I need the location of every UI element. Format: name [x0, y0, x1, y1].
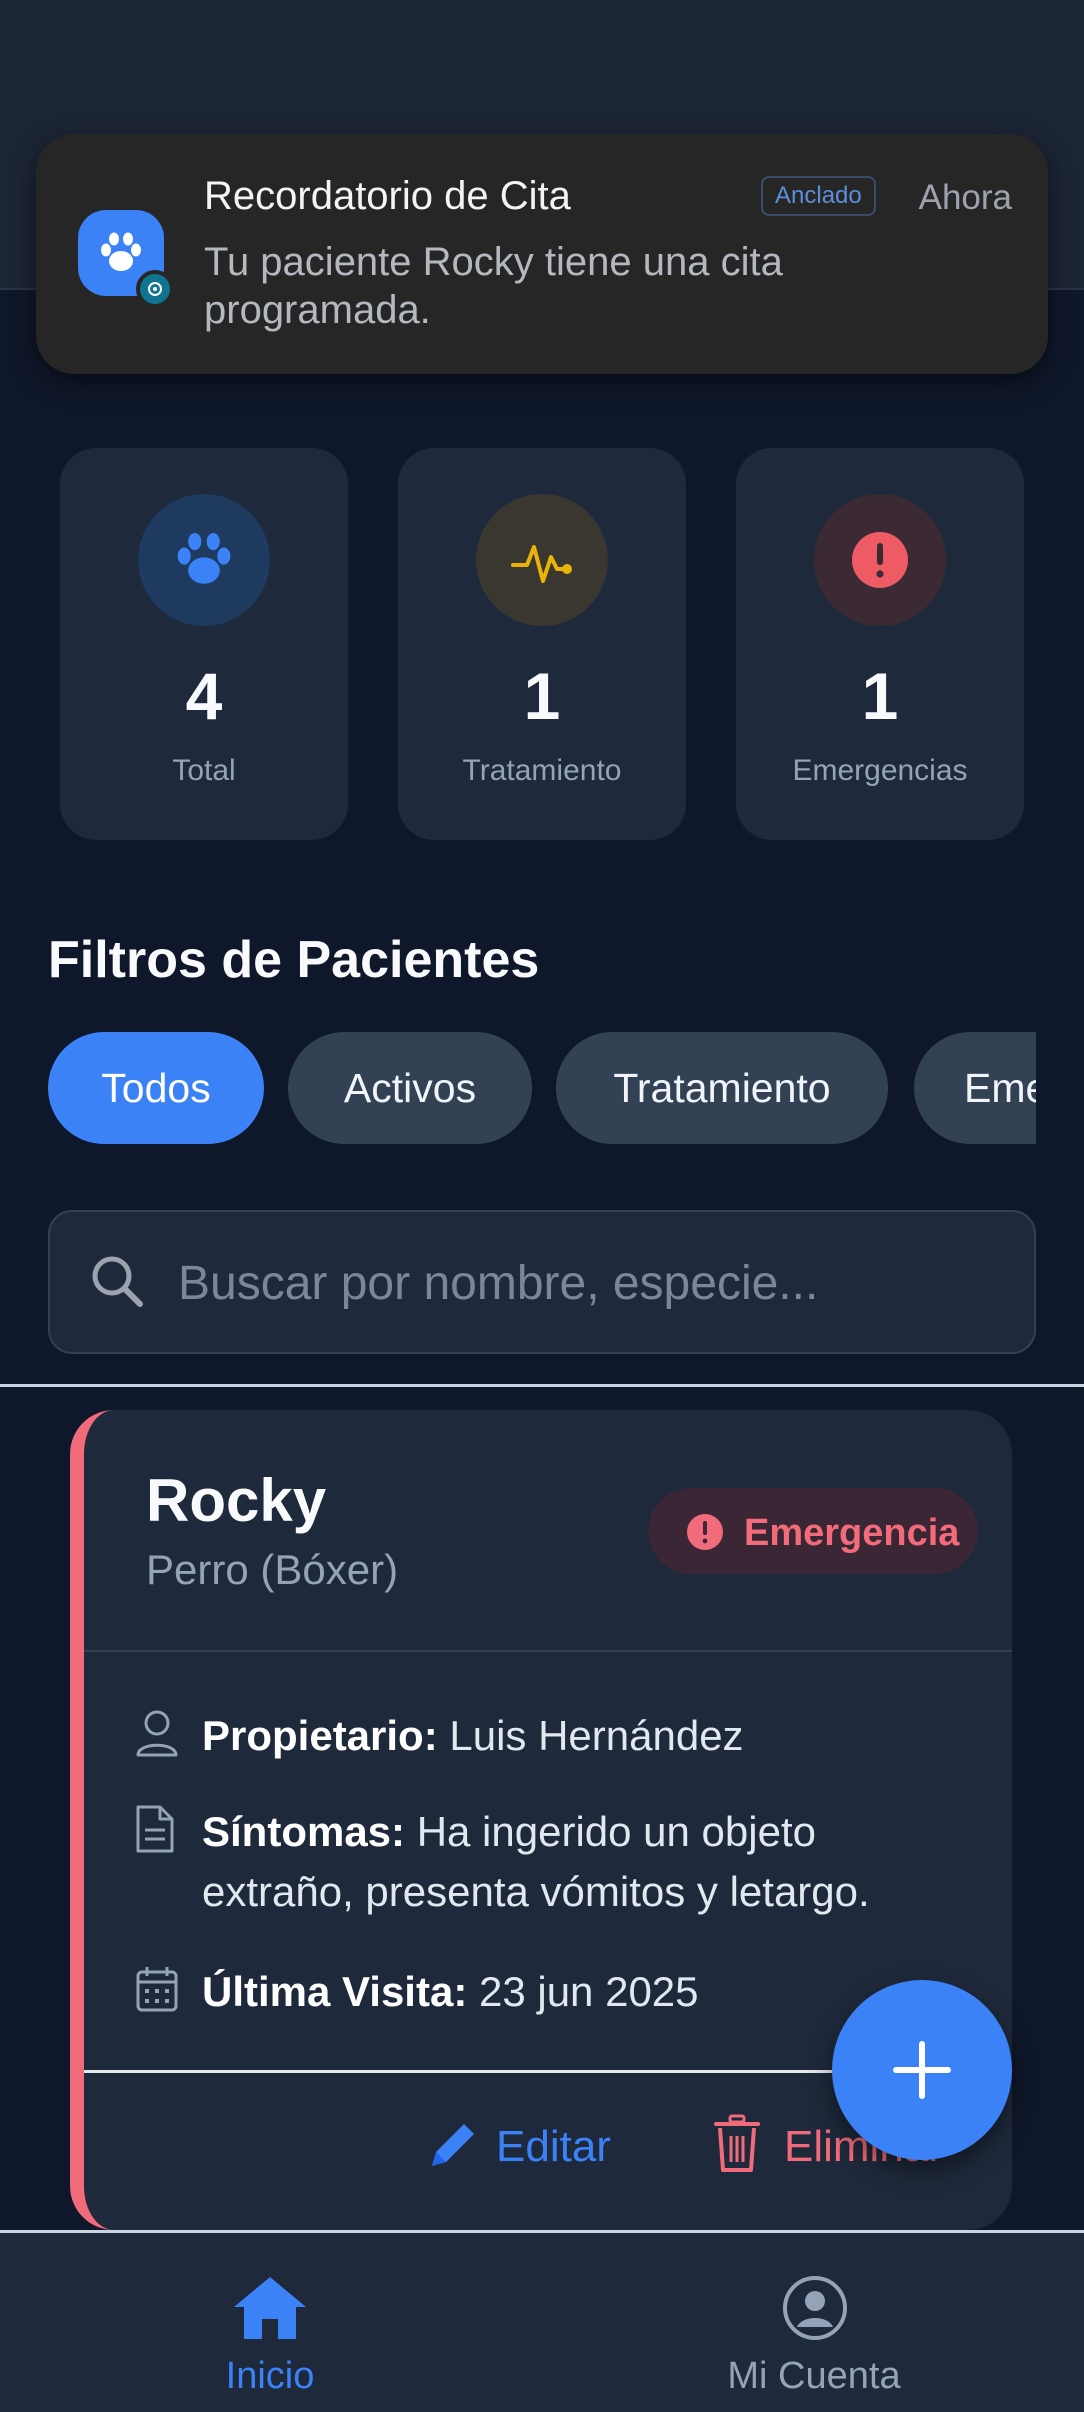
notification-banner[interactable]: Recordatorio de Cita Anclado Ahora Tu pa…: [36, 134, 1048, 374]
stat-card-total: 4 Total: [60, 448, 348, 840]
filters-title: Filtros de Pacientes: [48, 931, 540, 989]
stat-value: 4: [185, 659, 223, 733]
alert-icon: [852, 532, 908, 588]
alert-icon: [687, 1514, 723, 1550]
chip-emergencias[interactable]: Emergencias: [914, 1032, 1036, 1144]
nav-label-account: Mi Cuenta: [727, 2355, 901, 2397]
account-icon: [783, 2276, 847, 2340]
stat-label: Tratamiento: [462, 754, 622, 787]
chip-activos[interactable]: Activos: [288, 1032, 532, 1144]
stat-label: Emergencias: [792, 754, 968, 787]
stat-icon-circle: [138, 494, 270, 626]
status-badge-label: Emergencia: [744, 1512, 960, 1554]
trash-icon: [714, 2114, 760, 2172]
notification-title: Recordatorio de Cita: [204, 174, 571, 218]
search-placeholder: Buscar por nombre, especie...: [178, 1257, 819, 1310]
nav-item-account[interactable]: Mi Cuenta: [664, 2233, 964, 2412]
filter-chips: Todos Activos Tratamiento Emergencias: [48, 1032, 1036, 1144]
stat-icon-circle: [476, 494, 608, 626]
stat-value: 1: [523, 659, 561, 733]
document-icon: [136, 1805, 174, 1853]
search-icon: [92, 1256, 143, 1307]
chip-todos[interactable]: Todos: [48, 1032, 264, 1144]
symptoms-label: Síntomas:: [202, 1808, 406, 1855]
badge-icon: [136, 270, 174, 308]
paw-icon: [177, 532, 231, 584]
chip-tratamiento[interactable]: Tratamiento: [556, 1032, 888, 1144]
add-patient-button[interactable]: [832, 1980, 1012, 2160]
pencil-icon: [432, 2124, 474, 2166]
divider: [0, 1384, 1084, 1387]
divider: [84, 1650, 1012, 1652]
owner-value: Luis Hernández: [449, 1712, 744, 1759]
calendar-icon: [136, 1967, 178, 2012]
search-input[interactable]: Buscar por nombre, especie...: [48, 1210, 1036, 1354]
home-icon: [234, 2277, 306, 2339]
owner-label: Propietario:: [202, 1712, 438, 1759]
notification-body: Tu paciente Rocky tiene una cita program…: [204, 240, 783, 332]
stat-label: Total: [172, 754, 236, 787]
nav-label-home: Inicio: [225, 2355, 315, 2397]
stat-icon-circle: [814, 494, 946, 626]
plus-icon: [893, 2041, 951, 2099]
status-badge: Emergencia: [648, 1488, 978, 1574]
patient-name: Rocky: [146, 1467, 327, 1534]
nav-item-home[interactable]: Inicio: [120, 2233, 420, 2412]
stat-card-emergencies: 1 Emergencias: [736, 448, 1024, 840]
edit-label: Editar: [496, 2122, 611, 2171]
last-visit-label: Última Visita:: [202, 1968, 468, 2015]
stat-card-treatment: 1 Tratamiento: [398, 448, 686, 840]
person-icon: [136, 1710, 178, 1757]
bottom-nav: Inicio Mi Cuenta: [0, 2233, 1084, 2412]
pinned-tag: Anclado: [761, 176, 876, 216]
notification-time: Ahora: [918, 178, 1012, 217]
stat-value: 1: [861, 659, 899, 733]
last-visit-value: 23 jun 2025: [478, 1968, 699, 2015]
patient-species: Perro (Bóxer): [146, 1546, 399, 1593]
pulse-icon: [511, 545, 572, 583]
paw-icon: [101, 232, 141, 271]
